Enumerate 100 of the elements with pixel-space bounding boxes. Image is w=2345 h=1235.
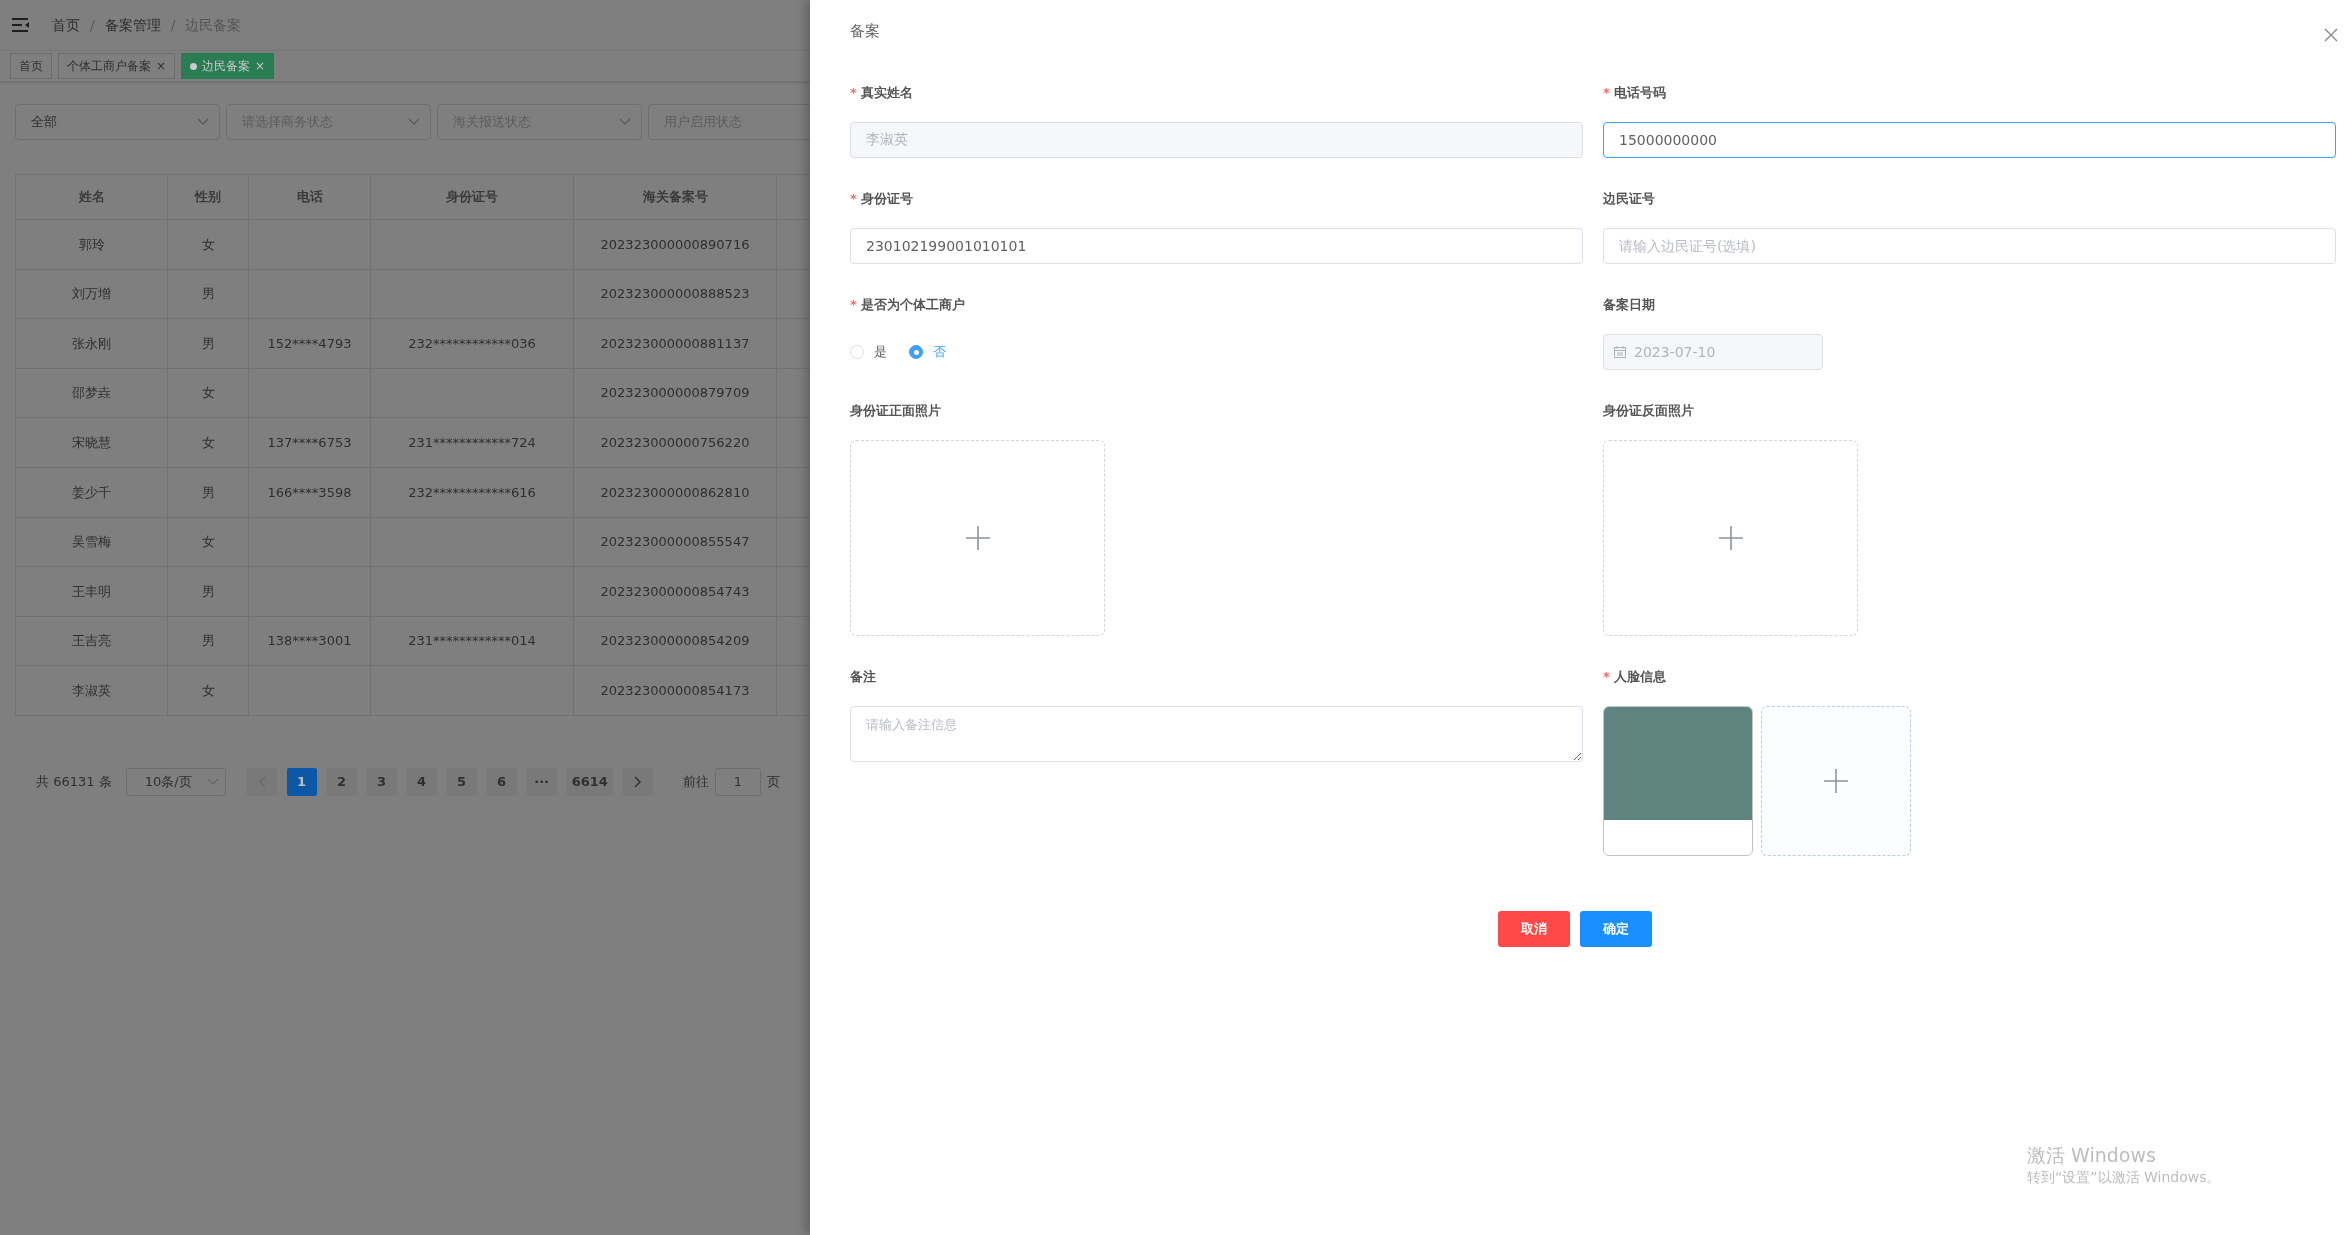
column-header: 电话 bbox=[248, 174, 371, 220]
table-cell: 女 bbox=[167, 665, 249, 716]
photo-thumbnail[interactable] bbox=[1603, 706, 1753, 856]
table-cell: 女 bbox=[167, 517, 249, 567]
field-label: * 身份证号 bbox=[850, 190, 914, 208]
table-cell: 202323000000855547 bbox=[573, 517, 777, 567]
table-cell: 232************036 bbox=[370, 318, 574, 369]
field-label: 边民证号 bbox=[1603, 190, 1656, 208]
page-button[interactable]: 2 bbox=[326, 767, 357, 796]
drawer-title: 备案 bbox=[850, 21, 880, 42]
table-cell: 姜少千 bbox=[15, 467, 168, 518]
table-cell: 232************616 bbox=[370, 467, 574, 518]
field-label: * 是否为个体工商户 bbox=[850, 296, 966, 314]
table-cell: 男 bbox=[167, 566, 249, 617]
upload-area[interactable] bbox=[1761, 706, 1911, 856]
chevron-down-icon bbox=[197, 118, 209, 126]
menu-icon[interactable] bbox=[12, 18, 30, 32]
table-cell: 刘万增 bbox=[15, 269, 168, 319]
table-cell: 152****4793 bbox=[248, 318, 371, 369]
page-button[interactable]: 6 bbox=[486, 767, 517, 796]
table-cell: 166****3598 bbox=[248, 467, 371, 518]
chevron-right-icon bbox=[633, 775, 642, 788]
table-cell: 138****3001 bbox=[248, 616, 371, 666]
breadcrumb-link[interactable]: 首页 bbox=[52, 14, 80, 36]
chevron-down-icon bbox=[619, 118, 631, 126]
table-cell: 女 bbox=[167, 368, 249, 418]
table-cell: 女 bbox=[167, 219, 249, 270]
page-tab[interactable]: 边民备案 × bbox=[181, 53, 275, 79]
table-cell: 202323000000854743 bbox=[573, 566, 777, 617]
table-cell: 吴雪梅 bbox=[15, 517, 168, 567]
table-cell: 李淑英 bbox=[15, 665, 168, 716]
text-field[interactable]: 230102199001010101 bbox=[850, 228, 1583, 264]
table-cell: 137****6753 bbox=[248, 417, 371, 468]
breadcrumb-link[interactable]: 备案管理 bbox=[104, 14, 161, 36]
column-header: 身份证号 bbox=[370, 174, 574, 220]
field-label: * 人脸信息 bbox=[1603, 668, 1667, 686]
field-label: 备注 bbox=[850, 668, 877, 686]
page-tab[interactable]: 首页 bbox=[10, 53, 52, 79]
page-button[interactable]: ··· bbox=[526, 767, 557, 796]
table-cell: 202323000000881137 bbox=[573, 318, 777, 369]
table-cell: 宋晓慧 bbox=[15, 417, 168, 468]
confirm-button[interactable]: 确定 bbox=[1580, 911, 1652, 947]
text-field[interactable]: 请输入边民证号(选填) bbox=[1603, 228, 2336, 264]
table-cell: 231************014 bbox=[370, 616, 574, 666]
total-count: 共 66131 条 bbox=[36, 773, 112, 792]
table-cell: 202323000000890716 bbox=[573, 219, 777, 270]
active-dot-icon bbox=[190, 62, 198, 70]
table-cell: 202323000000862810 bbox=[573, 467, 777, 518]
breadcrumb-separator: / bbox=[90, 15, 95, 35]
column-header: 性别 bbox=[167, 174, 249, 220]
table-cell: 202323000000756220 bbox=[573, 417, 777, 468]
column-header: 海关备案号 bbox=[573, 174, 777, 220]
filter-select[interactable]: 全部 bbox=[15, 104, 220, 140]
plus-icon bbox=[1824, 769, 1848, 793]
plus-icon bbox=[965, 526, 990, 550]
text-field[interactable]: 15000000000 bbox=[1603, 122, 2336, 158]
table-cell: 邵梦垚 bbox=[15, 368, 168, 418]
page-input[interactable]: 1 bbox=[714, 767, 761, 796]
table-cell: 男 bbox=[167, 269, 249, 319]
field-label: * 真实姓名 bbox=[850, 84, 914, 102]
table-cell: 王丰明 bbox=[15, 566, 168, 617]
table-cell: 张永刚 bbox=[15, 318, 168, 369]
upload-area[interactable] bbox=[1603, 440, 1858, 636]
cancel-button[interactable]: 取消 bbox=[1498, 911, 1570, 947]
page-tab[interactable]: 个体工商户备案 × bbox=[58, 53, 176, 79]
field-label: 身份证反面照片 bbox=[1603, 402, 1695, 420]
chevron-down-icon bbox=[408, 118, 420, 126]
chevron-down-icon bbox=[206, 777, 219, 786]
table-cell: 男 bbox=[167, 467, 249, 518]
page-button[interactable]: 4 bbox=[406, 767, 437, 796]
table-cell: 男 bbox=[167, 616, 249, 666]
calendar-icon bbox=[1614, 346, 1626, 358]
table-cell: 202323000000879709 bbox=[573, 368, 777, 418]
close-icon[interactable]: × bbox=[156, 57, 167, 75]
table-cell: 202323000000854173 bbox=[573, 665, 777, 716]
os-notice-title: 激活 Windows bbox=[2027, 1143, 2157, 1167]
goto-label: 前往 bbox=[682, 773, 709, 792]
page-button[interactable]: 6614 bbox=[566, 767, 613, 796]
table-cell: 男 bbox=[167, 318, 249, 369]
plus-icon bbox=[1718, 526, 1743, 550]
table-cell: 231************724 bbox=[370, 417, 574, 468]
page-button[interactable]: 3 bbox=[366, 767, 397, 796]
close-icon[interactable]: × bbox=[255, 57, 266, 75]
table-cell: 202323000000888523 bbox=[573, 269, 777, 319]
upload-area[interactable] bbox=[850, 440, 1105, 636]
page-size-select[interactable]: 10条/页 bbox=[125, 767, 226, 796]
page-unit: 页 bbox=[766, 773, 780, 792]
field-label: 身份证正面照片 bbox=[850, 402, 942, 420]
table-cell: 女 bbox=[167, 417, 249, 468]
notes-field[interactable]: 请输入备注信息 bbox=[850, 706, 1583, 762]
table-cell: 郭玲 bbox=[15, 219, 168, 270]
os-notice-text: 转到“设置”以激活 Windows。 bbox=[2027, 1168, 2221, 1187]
table-cell: 202323000000854209 bbox=[573, 616, 777, 666]
field-label: 备案日期 bbox=[1603, 296, 1656, 314]
radio-option[interactable]: 是 bbox=[850, 342, 887, 362]
page-button[interactable]: 1 bbox=[286, 767, 317, 796]
next-page-button[interactable] bbox=[622, 767, 653, 796]
radio-option[interactable]: 否 bbox=[909, 342, 946, 362]
page-button[interactable]: 5 bbox=[446, 767, 477, 796]
table-cell: 王吉亮 bbox=[15, 616, 168, 666]
